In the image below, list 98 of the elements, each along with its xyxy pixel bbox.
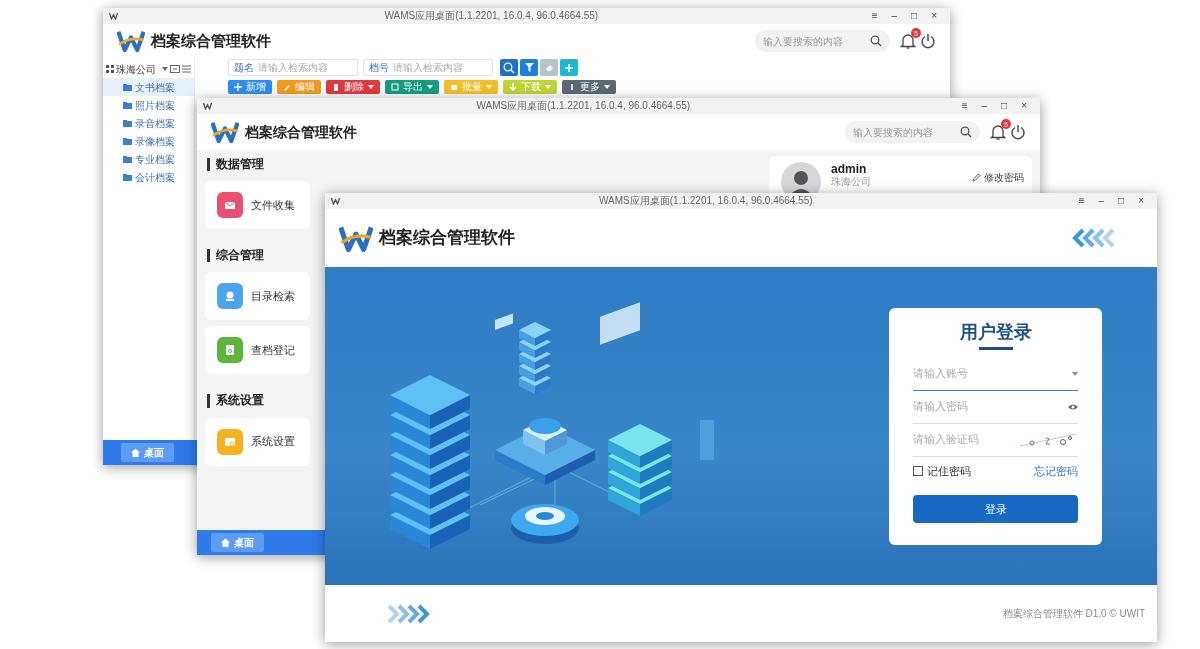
field-label: 题名: [234, 61, 254, 75]
account-field[interactable]: 请输入账号: [913, 357, 1078, 391]
power-icon[interactable]: [1010, 124, 1026, 140]
maximize-button[interactable]: □: [1111, 196, 1132, 206]
filter-button[interactable]: [520, 59, 538, 76]
folder-icon: [123, 83, 132, 91]
window-title: WAMS应用桌面(1.1.2201, 16.0.4, 96.0.4664.55): [598, 196, 814, 206]
menu-tile[interactable]: 系统设置: [205, 417, 310, 466]
app-title: 档案综合管理软件: [379, 227, 515, 250]
trash-icon: [332, 83, 340, 91]
eye-icon: [1068, 402, 1078, 411]
search-input[interactable]: 输入要搜索的内容: [853, 124, 960, 140]
menu-tile[interactable]: 目录检索: [205, 272, 310, 321]
folder-icon: [123, 137, 132, 145]
password-input[interactable]: 请输入密码: [913, 398, 1068, 415]
account-input[interactable]: 请输入账号: [913, 365, 1072, 382]
calendar-icon: [391, 83, 399, 91]
user-name: admin: [831, 162, 868, 176]
caret-icon: [545, 85, 551, 89]
minimize-button[interactable]: –: [974, 101, 995, 111]
close-button[interactable]: ×: [1131, 196, 1151, 206]
section-title: 数据管理: [207, 158, 765, 172]
tree-root[interactable]: 珠海公司: [116, 61, 160, 77]
collapse-icon: [170, 65, 180, 73]
forgot-password-link[interactable]: 忘记密码: [1034, 462, 1078, 480]
pencil-icon: [283, 83, 291, 91]
close-button[interactable]: ×: [1014, 101, 1034, 111]
profile-link[interactable]: 修改密码: [972, 170, 1024, 185]
captcha-field[interactable]: 请输入验证码: [913, 423, 1078, 457]
tree-item[interactable]: 专业档案: [103, 150, 194, 168]
tree-item[interactable]: 录音档案: [103, 114, 194, 132]
tree-item[interactable]: 会计档案: [103, 168, 194, 186]
remember-checkbox[interactable]: 记住密码: [913, 462, 971, 480]
password-field[interactable]: 请输入密码: [913, 390, 1078, 424]
search-icon: [503, 61, 515, 74]
menu-button[interactable]: ≡: [1071, 196, 1092, 206]
folder-icon: [123, 155, 132, 163]
action-button[interactable]: 删除: [326, 80, 380, 94]
list-icon: [182, 65, 191, 73]
logo-icon: [117, 29, 145, 53]
app-title: 档案综合管理软件: [245, 122, 357, 142]
login-button[interactable]: 登录: [913, 495, 1078, 524]
login-heading: 用户登录: [959, 322, 1032, 344]
field-label: 档号: [369, 61, 389, 75]
pencil-icon: [972, 173, 981, 182]
tree-item[interactable]: 录像档案: [103, 132, 194, 150]
download-icon: [509, 83, 517, 91]
close-button[interactable]: ×: [924, 11, 944, 21]
search-button[interactable]: [500, 59, 518, 76]
caret-icon: [162, 67, 168, 71]
caret-icon: [1072, 371, 1078, 376]
tree-item[interactable]: 文书档案: [103, 78, 194, 96]
copyright-text: 档案综合管理软件 D1.0 © UWIT: [1002, 607, 1145, 621]
caret-icon: [486, 85, 492, 89]
stack-icon: [450, 83, 458, 91]
menu-tile[interactable]: 文件收集: [205, 181, 310, 230]
search-bar[interactable]: 输入要搜索的内容: [845, 121, 980, 143]
maximize-button[interactable]: □: [994, 101, 1015, 111]
folder-icon: [123, 173, 132, 181]
logo-icon: [211, 120, 239, 144]
home-icon: [221, 538, 230, 547]
menu-tile[interactable]: 查档登记: [205, 326, 310, 375]
action-button[interactable]: 更多: [562, 80, 616, 94]
tree-item[interactable]: 照片档案: [103, 96, 194, 114]
eraser-icon: [544, 63, 554, 72]
company-name: 珠海公司: [831, 176, 872, 189]
action-button[interactable]: 导出: [385, 80, 439, 94]
minimize-button[interactable]: –: [1091, 196, 1112, 206]
window-title: WAMS应用桌面(1.1.2201, 16.0.4, 96.0.4664.55): [475, 101, 692, 111]
caret-icon: [368, 85, 374, 89]
caret-icon: [604, 85, 610, 89]
app-icon: [331, 197, 340, 205]
plus-icon: [565, 63, 573, 72]
folder-icon: [123, 101, 132, 109]
search-icon: [870, 35, 882, 47]
captcha-input[interactable]: 请输入验证码: [913, 431, 1018, 448]
filter-icon: [524, 63, 534, 72]
home-icon: [131, 448, 140, 457]
search-bar[interactable]: 输入要搜索的内容: [755, 30, 890, 52]
minimize-button[interactable]: –: [884, 11, 905, 21]
plus-icon: [234, 83, 242, 91]
app-icon: [203, 102, 212, 110]
search-field[interactable]: 题名 请输入检索内容: [228, 59, 358, 76]
tree-icon: [106, 65, 114, 73]
app-title: 档案综合管理软件: [151, 30, 271, 51]
power-icon[interactable]: [920, 33, 936, 49]
menu-button[interactable]: ≡: [864, 11, 885, 21]
maximize-button[interactable]: □: [904, 11, 925, 21]
search-icon: [960, 126, 972, 138]
caret-icon: [427, 85, 433, 89]
window-title: WAMS应用桌面(1.1.2201, 16.0.4, 96.0.4664.55): [383, 11, 600, 21]
menu-button[interactable]: ≡: [954, 101, 975, 111]
document-icon: [223, 343, 237, 358]
bar-icon: [568, 83, 576, 91]
app-icon: [109, 12, 118, 20]
search-field[interactable]: 档号 请输入检索内容: [363, 59, 493, 76]
search-input[interactable]: 输入要搜索的内容: [763, 33, 870, 49]
folder-icon: [123, 119, 132, 127]
